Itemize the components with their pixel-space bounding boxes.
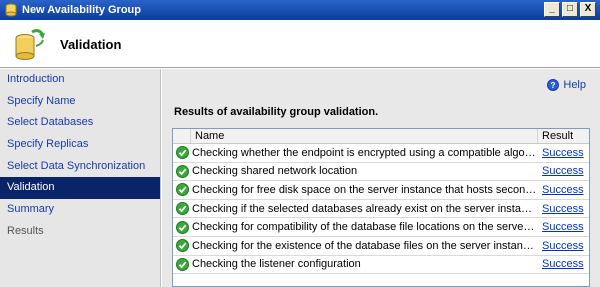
help-link[interactable]: ? Help <box>547 79 586 91</box>
sidebar-item-results: Results <box>7 224 44 237</box>
sidebar-item-specify-name[interactable]: Specify Name <box>0 91 160 113</box>
check-circle-icon <box>175 220 189 234</box>
maximize-button[interactable]: □ <box>562 2 578 17</box>
database-sync-icon <box>15 29 45 60</box>
grid-header-icon-column <box>173 129 191 143</box>
row-name: Checking whether the endpoint is encrypt… <box>192 146 538 159</box>
table-row[interactable]: Checking for compatibility of the databa… <box>173 218 589 237</box>
validation-results-grid[interactable]: Name Result Checking whether the endpoin… <box>172 128 590 287</box>
sidebar-item-select-databases[interactable]: Select Databases <box>0 112 160 134</box>
database-icon <box>5 3 17 17</box>
window-title: New Availability Group <box>22 4 141 16</box>
check-circle-icon <box>175 146 189 160</box>
check-circle-icon <box>175 257 189 271</box>
table-row[interactable]: Checking whether the endpoint is encrypt… <box>173 144 589 163</box>
table-row[interactable]: Checking if the selected databases alrea… <box>173 200 589 219</box>
window-controls: _ □ X <box>544 2 596 17</box>
wizard-step-nav: Introduction Specify Name Select Databas… <box>0 69 161 287</box>
row-name: Checking for the existence of the databa… <box>192 239 538 252</box>
page-title: Validation <box>60 37 122 52</box>
table-row[interactable]: Checking shared network location Success <box>173 163 589 182</box>
window-titlebar[interactable]: New Availability Group _ □ X <box>0 0 600 20</box>
sidebar-item-specify-replicas[interactable]: Specify Replicas <box>0 134 160 156</box>
table-row[interactable]: Checking for the existence of the databa… <box>173 237 589 256</box>
question-circle-icon: ? <box>547 79 560 91</box>
row-result-link[interactable]: Success <box>538 184 589 196</box>
row-result-link[interactable]: Success <box>538 165 589 177</box>
grid-header: Name Result <box>173 129 589 144</box>
check-circle-icon <box>175 239 189 253</box>
grid-header-name[interactable]: Name <box>191 129 538 143</box>
sidebar-item-validation[interactable]: Validation <box>0 177 160 200</box>
row-result-link[interactable]: Success <box>538 258 589 270</box>
row-name: Checking shared network location <box>192 165 358 178</box>
row-name: Checking the listener configuration <box>192 258 361 271</box>
sidebar-item-introduction[interactable]: Introduction <box>0 69 160 91</box>
row-result-link[interactable]: Success <box>538 203 589 215</box>
row-name: Checking for compatibility of the databa… <box>192 221 538 234</box>
main-panel: ? Help Results of availability group val… <box>162 69 600 287</box>
grid-header-result[interactable]: Result <box>538 129 589 143</box>
check-circle-icon <box>175 164 189 178</box>
row-result-link[interactable]: Success <box>538 221 589 233</box>
sidebar-item-summary[interactable]: Summary <box>0 199 160 221</box>
minimize-button[interactable]: _ <box>544 2 560 17</box>
results-heading: Results of availability group validation… <box>174 106 379 118</box>
check-circle-icon <box>175 202 189 216</box>
page-header: Validation <box>0 20 600 68</box>
row-result-link[interactable]: Success <box>538 147 589 159</box>
check-circle-icon <box>175 183 189 197</box>
row-result-link[interactable]: Success <box>538 240 589 252</box>
table-row[interactable]: Checking for free disk space on the serv… <box>173 181 589 200</box>
row-name: Checking if the selected databases alrea… <box>192 202 538 215</box>
sidebar-item-select-data-synchronization[interactable]: Select Data Synchronization <box>0 156 160 178</box>
row-name: Checking for free disk space on the serv… <box>192 183 538 196</box>
table-row[interactable]: Checking the listener configuration Succ… <box>173 256 589 275</box>
help-label[interactable]: Help <box>563 79 586 91</box>
svg-text:?: ? <box>551 81 556 90</box>
close-button[interactable]: X <box>580 2 596 17</box>
